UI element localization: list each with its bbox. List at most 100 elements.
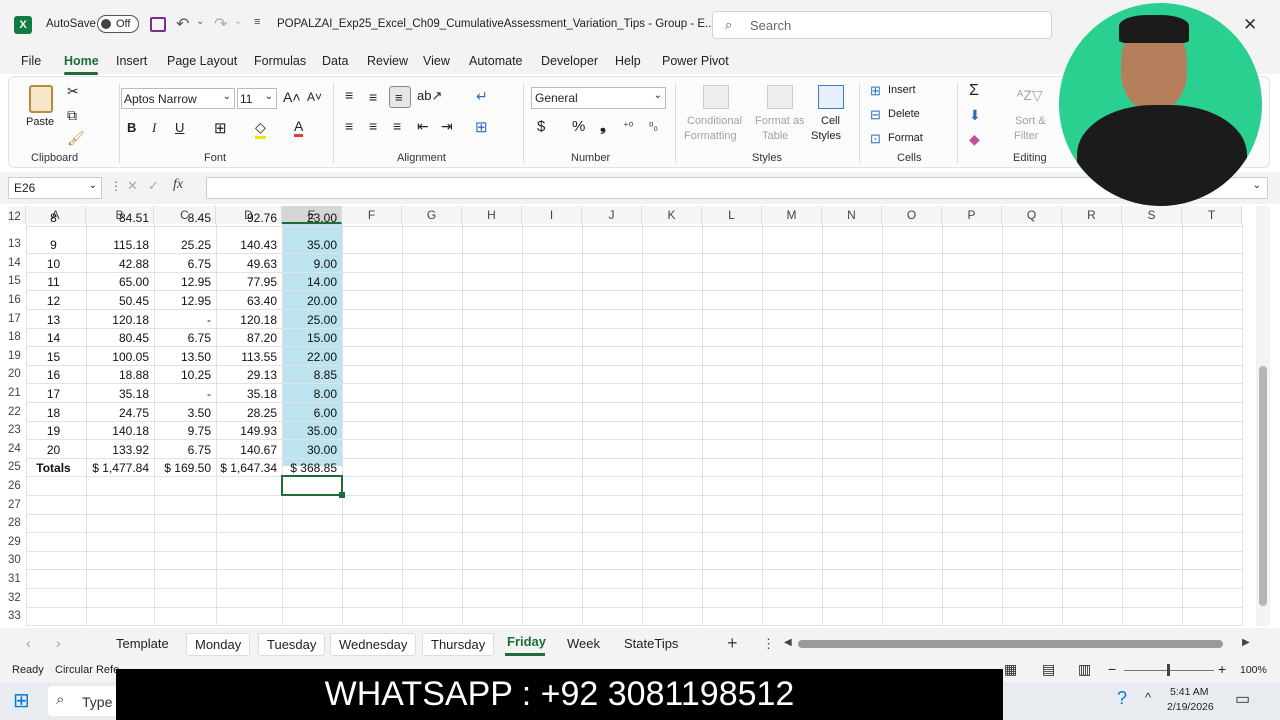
format-as-label[interactable]: Format as bbox=[755, 115, 805, 127]
cut-icon[interactable]: ✂ bbox=[67, 83, 79, 100]
row-header[interactable]: 13 bbox=[8, 238, 26, 252]
active-cell-e26[interactable] bbox=[281, 475, 343, 496]
row-header[interactable]: 27 bbox=[8, 499, 26, 513]
cell-b19[interactable]: 100.05 bbox=[86, 350, 149, 364]
cell-d23[interactable]: 149.93 bbox=[216, 424, 277, 438]
cell-a31[interactable] bbox=[26, 573, 81, 587]
redo-icon[interactable]: ↷ bbox=[214, 14, 227, 34]
expand-formula-icon[interactable]: ⌄ bbox=[1253, 180, 1261, 191]
cell-e28[interactable] bbox=[282, 517, 337, 531]
row-header[interactable]: 21 bbox=[8, 387, 26, 401]
column-header-s[interactable]: S bbox=[1122, 206, 1182, 224]
cell-a25[interactable]: Totals bbox=[26, 461, 81, 475]
next-sheet-icon[interactable]: › bbox=[56, 635, 61, 651]
tab-insert[interactable]: Insert bbox=[116, 54, 147, 68]
cell-d33[interactable] bbox=[216, 610, 277, 624]
cell-b21[interactable]: 35.18 bbox=[86, 387, 149, 401]
tray-expand-icon[interactable]: ^ bbox=[1145, 690, 1151, 705]
cell-b24[interactable]: 133.92 bbox=[86, 443, 149, 457]
cell-c33[interactable] bbox=[154, 610, 211, 624]
format-as-table-icon[interactable] bbox=[767, 85, 793, 109]
cell-b12[interactable]: 84.51 bbox=[86, 211, 149, 225]
fill-handle[interactable] bbox=[339, 492, 345, 498]
page-layout-view-icon[interactable]: ▤ bbox=[1042, 661, 1055, 678]
cell-e20[interactable]: 8.85 bbox=[282, 368, 337, 382]
cell-c19[interactable]: 13.50 bbox=[154, 350, 211, 364]
cell-b25[interactable]: $ 1,477.84 bbox=[86, 461, 149, 475]
scroll-right-icon[interactable]: ▶ bbox=[1242, 637, 1250, 648]
cell-b28[interactable] bbox=[86, 517, 149, 531]
tab-data[interactable]: Data bbox=[322, 54, 348, 68]
row-header[interactable]: 25 bbox=[8, 461, 26, 475]
help-icon[interactable]: ? bbox=[1117, 688, 1127, 709]
conditional-label[interactable]: Conditional bbox=[687, 115, 742, 127]
row-header[interactable]: 18 bbox=[8, 331, 26, 345]
scroll-thumb[interactable] bbox=[1259, 366, 1267, 606]
increase-indent-icon[interactable]: ⇥ bbox=[441, 118, 453, 135]
row-header[interactable]: 24 bbox=[8, 443, 26, 457]
zoom-out-icon[interactable]: − bbox=[1108, 661, 1116, 677]
customize-qat-icon[interactable]: ≡ bbox=[254, 16, 260, 28]
cancel-icon[interactable]: ✕ bbox=[127, 178, 138, 194]
cell-d14[interactable]: 49.63 bbox=[216, 257, 277, 271]
decrease-indent-icon[interactable]: ⇤ bbox=[417, 118, 429, 135]
cell-d31[interactable] bbox=[216, 573, 277, 587]
more-sheets-icon[interactable]: ⋮ bbox=[762, 636, 775, 652]
column-header-r[interactable]: R bbox=[1062, 206, 1122, 224]
font-color-icon[interactable]: A bbox=[294, 118, 304, 137]
column-header-o[interactable]: O bbox=[882, 206, 942, 224]
cell-c14[interactable]: 6.75 bbox=[154, 257, 211, 271]
cell-c21[interactable]: - bbox=[154, 387, 211, 401]
close-icon[interactable]: ✕ bbox=[1243, 15, 1257, 35]
row-header[interactable]: 22 bbox=[8, 406, 26, 420]
cell-d17[interactable]: 120.18 bbox=[216, 313, 277, 327]
cell-d32[interactable] bbox=[216, 592, 277, 606]
cell-b13[interactable]: 115.18 bbox=[86, 238, 149, 252]
cell-e13[interactable]: 35.00 bbox=[282, 238, 337, 252]
cell-a29[interactable] bbox=[26, 536, 81, 550]
cell-e15[interactable]: 14.00 bbox=[282, 275, 337, 289]
column-header-i[interactable]: I bbox=[522, 206, 582, 224]
cell-d12[interactable]: 92.76 bbox=[216, 211, 277, 225]
cell-c28[interactable] bbox=[154, 517, 211, 531]
sort-label[interactable]: Sort & bbox=[1015, 115, 1046, 127]
redo-dropdown-icon[interactable]: ⌄ bbox=[234, 16, 242, 27]
italic-icon[interactable]: I bbox=[152, 120, 156, 136]
merge-center-icon[interactable]: ⊞ bbox=[475, 118, 488, 136]
cell-d15[interactable]: 77.95 bbox=[216, 275, 277, 289]
search-box[interactable]: ⌕ Search bbox=[712, 11, 1052, 39]
row-header[interactable]: 32 bbox=[8, 592, 26, 606]
cell-b30[interactable] bbox=[86, 554, 149, 568]
styles-button-label[interactable]: Styles bbox=[811, 130, 841, 142]
cell-e24[interactable]: 30.00 bbox=[282, 443, 337, 457]
normal-view-icon[interactable]: ▦ bbox=[1004, 661, 1017, 678]
align-center-icon[interactable]: ≡ bbox=[369, 118, 377, 134]
cell-c25[interactable]: $ 169.50 bbox=[154, 461, 211, 475]
row-header[interactable]: 33 bbox=[8, 610, 26, 624]
cell-e21[interactable]: 8.00 bbox=[282, 387, 337, 401]
format-painter-icon[interactable]: 🖌 bbox=[67, 130, 85, 147]
cell-a17[interactable]: 13 bbox=[26, 313, 81, 327]
cell-d28[interactable] bbox=[216, 517, 277, 531]
cell-e32[interactable] bbox=[282, 592, 337, 606]
sort-filter-icon[interactable]: ᴬZ▽ bbox=[1017, 87, 1043, 104]
prev-sheet-icon[interactable]: ‹ bbox=[26, 635, 31, 651]
wrap-text-icon[interactable]: ↵ bbox=[476, 88, 488, 105]
column-header-j[interactable]: J bbox=[582, 206, 642, 224]
decrease-decimal-icon[interactable]: ⁰₀ bbox=[649, 120, 658, 133]
enter-icon[interactable]: ✓ bbox=[148, 178, 159, 194]
cell-b32[interactable] bbox=[86, 592, 149, 606]
comma-icon[interactable]: ❟ bbox=[600, 118, 606, 135]
row-header[interactable]: 23 bbox=[8, 424, 26, 438]
cell-a23[interactable]: 19 bbox=[26, 424, 81, 438]
column-header-h[interactable]: H bbox=[462, 206, 522, 224]
save-icon[interactable] bbox=[150, 17, 166, 32]
formatting-label[interactable]: Formatting bbox=[684, 130, 737, 142]
cell-b29[interactable] bbox=[86, 536, 149, 550]
cell-b23[interactable]: 140.18 bbox=[86, 424, 149, 438]
clock-date[interactable]: 2/19/2026 bbox=[1167, 701, 1214, 713]
column-header-n[interactable]: N bbox=[822, 206, 882, 224]
cell-a12[interactable]: 8 bbox=[26, 211, 81, 225]
cell-a33[interactable] bbox=[26, 610, 81, 624]
borders-icon[interactable]: ⊞ bbox=[214, 119, 227, 137]
